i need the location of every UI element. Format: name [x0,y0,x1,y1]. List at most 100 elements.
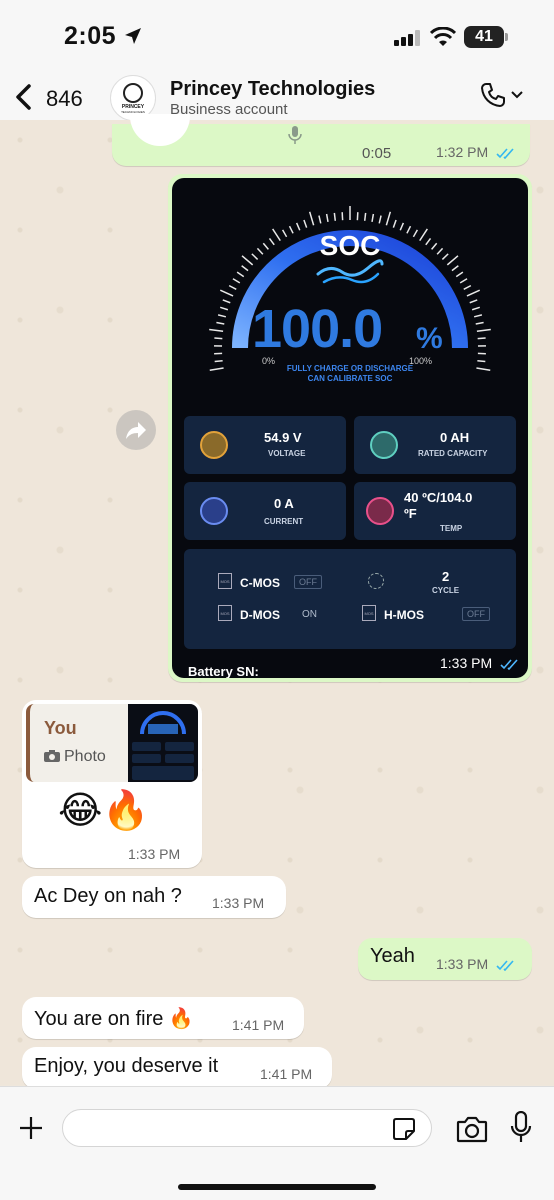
sticker-icon[interactable] [392,1117,416,1141]
voltage-value: 54.9 V [264,430,302,445]
quoted-message[interactable]: You Photo [26,704,198,782]
gauge-tick [477,337,486,340]
capacity-value: 0 AH [440,430,470,445]
quoted-thumbnail [128,704,198,782]
phone-icon[interactable] [480,82,506,108]
gauge-tick [378,215,382,224]
gauge-tick [371,213,375,223]
temp-value: 40 ºC/104.0 [404,490,473,505]
gauge-tick [333,212,337,221]
gauge-tick [473,314,483,318]
gauge-tick [455,271,464,278]
chevron-down-icon[interactable] [510,90,524,100]
gauge-tick [222,299,231,304]
thermometer-icon [366,497,394,525]
gauge-tick [466,289,481,297]
battery-sn-label: Battery SN: [188,664,259,678]
read-ticks-icon [496,960,514,971]
unread-count[interactable]: 846 [46,86,83,112]
soc-title: SOC [319,230,381,261]
gauge-tick [219,306,229,311]
message-meta: 1:33 PM [440,655,520,671]
gauge-tick [236,271,245,278]
message-bubble[interactable]: Yeah 1:33 PM [358,938,532,980]
gauge-tick [325,213,329,223]
location-arrow-icon [125,28,141,44]
chat-header: 846 PRINCEY TECHNOLOGIES Princey Technol… [0,70,554,124]
battery-capacity-icon [370,431,398,459]
cmos-chip-icon: MOS [218,573,232,589]
dmos-chip-icon: MOS [218,605,232,621]
gauge-tick [216,321,225,325]
gauge-tick [308,211,315,226]
read-ticks-icon [496,148,514,159]
bulb-icon [200,431,228,459]
quoted-author: You [44,718,77,738]
reply-message-bubble[interactable]: You Photo 😂🔥 1:33 PM [22,700,202,868]
forward-button[interactable] [116,410,156,450]
current-icon [200,497,228,525]
message-text: Yeah [370,945,415,967]
hmos-state: OFF [462,607,490,621]
hmos-label: H-MOS [384,608,424,622]
gauge-tick [217,314,227,318]
gauge-tick [476,328,491,333]
gauge-tick [385,211,392,226]
gauge-tick [469,299,478,304]
message-text: Ac Dey on nah ? [34,885,182,907]
calibrate-note: FULLY CHARGE OR DISCHARGE CAN CALIBRATE … [172,364,528,384]
camera-icon[interactable] [456,1115,488,1143]
battery-icon: 41 [464,26,504,48]
hmos-chip-icon: MOS [362,605,376,621]
forward-arrow-icon [126,422,146,439]
avatar-logo-subtext: TECHNOLOGIES [121,109,145,114]
voice-message-bubble[interactable]: 0:05 1:32 PM [112,114,530,166]
bms-screenshot-image[interactable]: SOC 100.0 % 0% 100% FULLY CHARGE OR DISC… [172,178,528,678]
cmos-label: C-MOS [240,576,280,590]
current-card: 0 A CURRENT [184,482,346,540]
gauge-tick [232,278,241,284]
gauge-tick [219,289,234,297]
plus-icon[interactable] [18,1115,44,1141]
voice-avatar [130,114,190,146]
gauge-tick [392,219,397,228]
message-bubble[interactable]: Ac Dey on nah ? 1:33 PM [22,876,286,918]
message-bubble[interactable]: You are on fire 🔥 1:41 PM [22,997,304,1039]
gauge-tick [471,306,481,311]
gauge-tick [477,359,486,363]
microphone-icon[interactable] [510,1111,532,1145]
message-time: 1:41 PM [232,1017,285,1033]
camera-icon [44,750,60,762]
message-input[interactable] [62,1109,432,1147]
emoji-message: 😂🔥 [58,790,150,832]
message-time: 1:33 PM [128,846,181,862]
quoted-type: Photo [44,748,106,766]
message-bubble[interactable]: Enjoy, you deserve it 1:41 PM [22,1047,332,1089]
gauge-tick [209,328,224,333]
cycle-icon [368,573,384,589]
wifi-icon [430,27,456,46]
current-label: CURRENT [264,517,304,526]
message-meta: 1:33 PM [436,956,516,972]
thumbnail-gauge [132,711,194,780]
gauge-tick [451,265,459,272]
voltage-card: 54.9 V VOLTAGE [184,416,346,474]
status-bar: 2:05 41 [0,0,554,70]
gauge-tick [363,212,367,221]
temp-label: TEMP [440,524,463,533]
message-meta: 1:32 PM [436,144,516,160]
mos-status-card: MOS C-MOS OFF MOS D-MOS ON 2 CYCLE MOS H… [184,549,516,649]
back-chevron-icon[interactable] [14,84,34,110]
image-message-bubble[interactable]: SOC 100.0 % 0% 100% FULLY CHARGE OR DISC… [168,174,532,682]
message-time: 1:33 PM [212,895,265,911]
message-text: Enjoy, you deserve it [34,1055,219,1077]
read-ticks-icon [500,659,518,670]
status-time: 2:05 [64,22,117,50]
voice-duration: 0:05 [362,145,392,162]
home-indicator [178,1184,376,1190]
calibrate-note-line-2: CAN CALIBRATE SOC [307,374,393,383]
quoted-type-label: Photo [64,748,106,765]
contact-name[interactable]: Princey Technologies [170,78,375,101]
current-value: 0 A [274,496,294,511]
message-time: 1:32 PM [436,144,489,160]
